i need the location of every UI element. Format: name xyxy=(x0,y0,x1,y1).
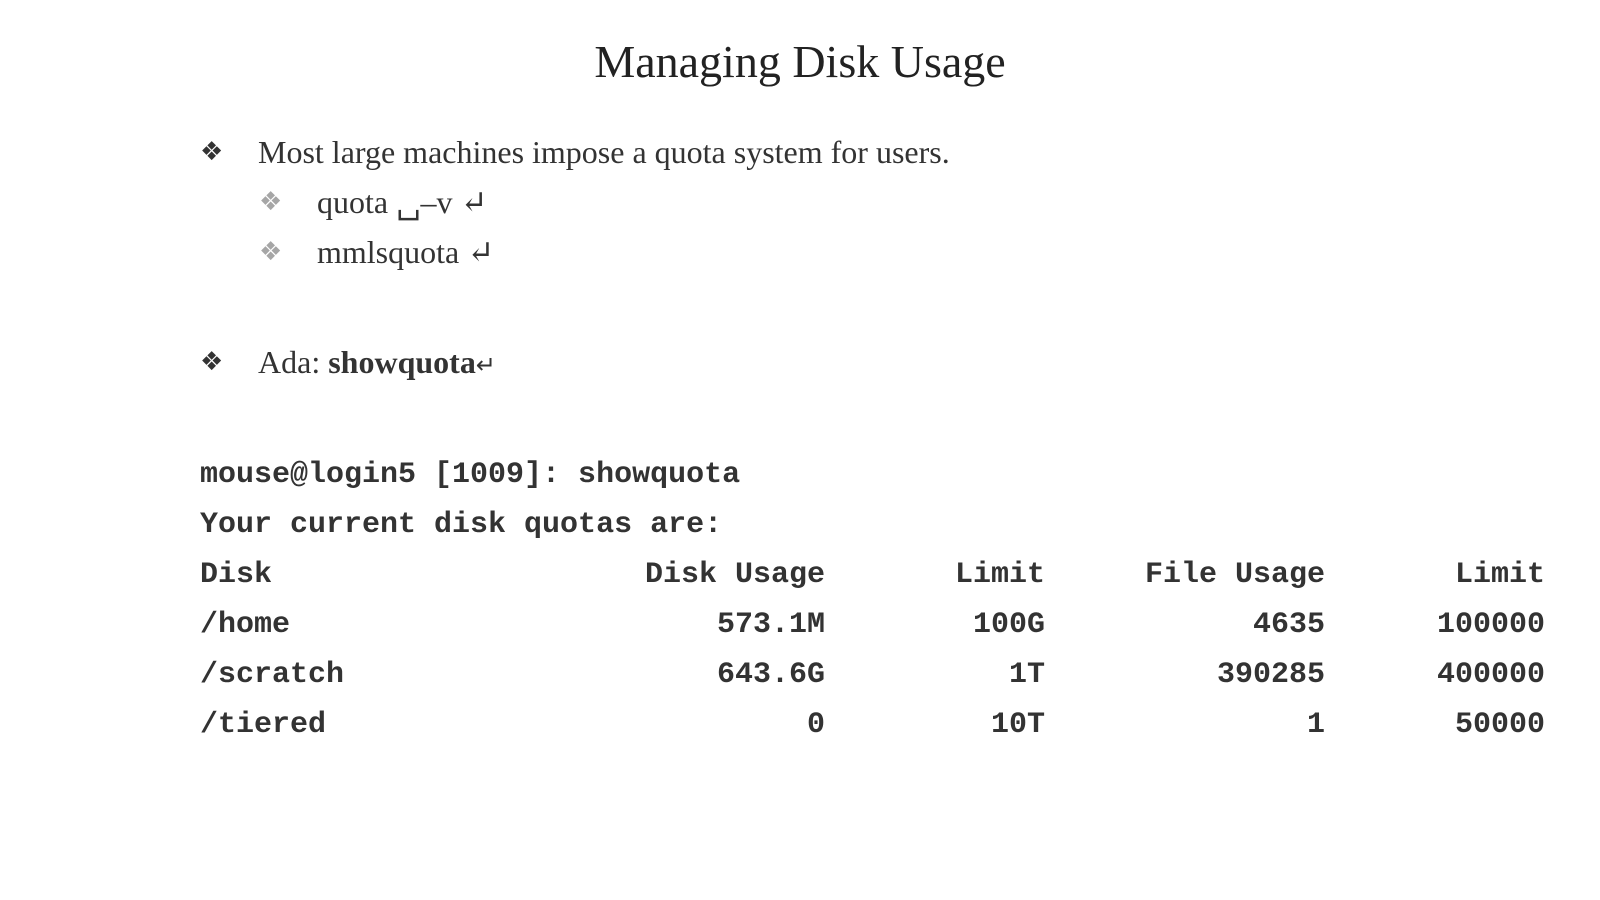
cell-file-usage: 390285 xyxy=(1216,658,1325,692)
cell-file-limit: 100000 xyxy=(1436,608,1545,642)
cell-file-usage: 1 xyxy=(1306,708,1325,742)
cell-disk-limit: 100G xyxy=(972,608,1045,642)
header-disk-usage: Disk Usage xyxy=(644,558,825,592)
diamond-bullet-icon: ❖ xyxy=(200,137,224,167)
slide-title: Managing Disk Usage xyxy=(594,36,1006,87)
quota-table-header: Disk Disk Usage Limit File Usage Limit xyxy=(200,550,1545,600)
cell-disk-usage: 643.6G xyxy=(716,658,825,692)
bullet-text: Ada: showquota↵ xyxy=(258,342,496,385)
diamond-bullet-icon: ❖ xyxy=(259,187,283,217)
terminal-output: mouse@login5 [1009]: showquota Your curr… xyxy=(200,450,1545,750)
return-key-icon: ↵ xyxy=(475,351,496,379)
ada-label: Ada: xyxy=(258,344,329,380)
quota-table-row: /tiered 0 10T 1 50000 xyxy=(200,700,1545,750)
terminal-prompt-line: mouse@login5 [1009]: showquota xyxy=(200,458,741,492)
cell-disk-usage: 573.1M xyxy=(716,608,825,642)
terminal-intro-line: Your current disk quotas are: xyxy=(200,508,723,542)
cell-disk: /scratch xyxy=(200,658,345,692)
cell-file-usage: 4635 xyxy=(1252,608,1325,642)
cell-disk-usage: 0 xyxy=(806,708,825,742)
sub-bullet-text: quota ␣–v ↵ xyxy=(317,184,488,220)
header-disk: Disk xyxy=(200,558,273,592)
cell-disk: /home xyxy=(200,608,291,642)
diamond-bullet-icon: ❖ xyxy=(259,237,283,267)
cell-disk-limit: 10T xyxy=(990,708,1045,742)
diamond-bullet-icon: ❖ xyxy=(200,347,224,377)
cell-file-limit: 400000 xyxy=(1436,658,1545,692)
bullet-text: Most large machines impose a quota syste… xyxy=(258,134,950,170)
header-file-usage: File Usage xyxy=(1144,558,1325,592)
quota-table-row: /home 573.1M 100G 4635 100000 xyxy=(200,600,1545,650)
sub-bullet-text: mmlsquota ↵ xyxy=(317,234,495,270)
cell-disk: /tiered xyxy=(200,708,327,742)
cell-disk-limit: 1T xyxy=(1008,658,1045,692)
header-disk-limit: Limit xyxy=(954,558,1045,592)
header-file-limit: Limit xyxy=(1454,558,1545,592)
quota-table-row: /scratch 643.6G 1T 390285 400000 xyxy=(200,650,1545,700)
showquota-command: showquota xyxy=(328,344,476,380)
cell-file-limit: 50000 xyxy=(1454,708,1545,742)
